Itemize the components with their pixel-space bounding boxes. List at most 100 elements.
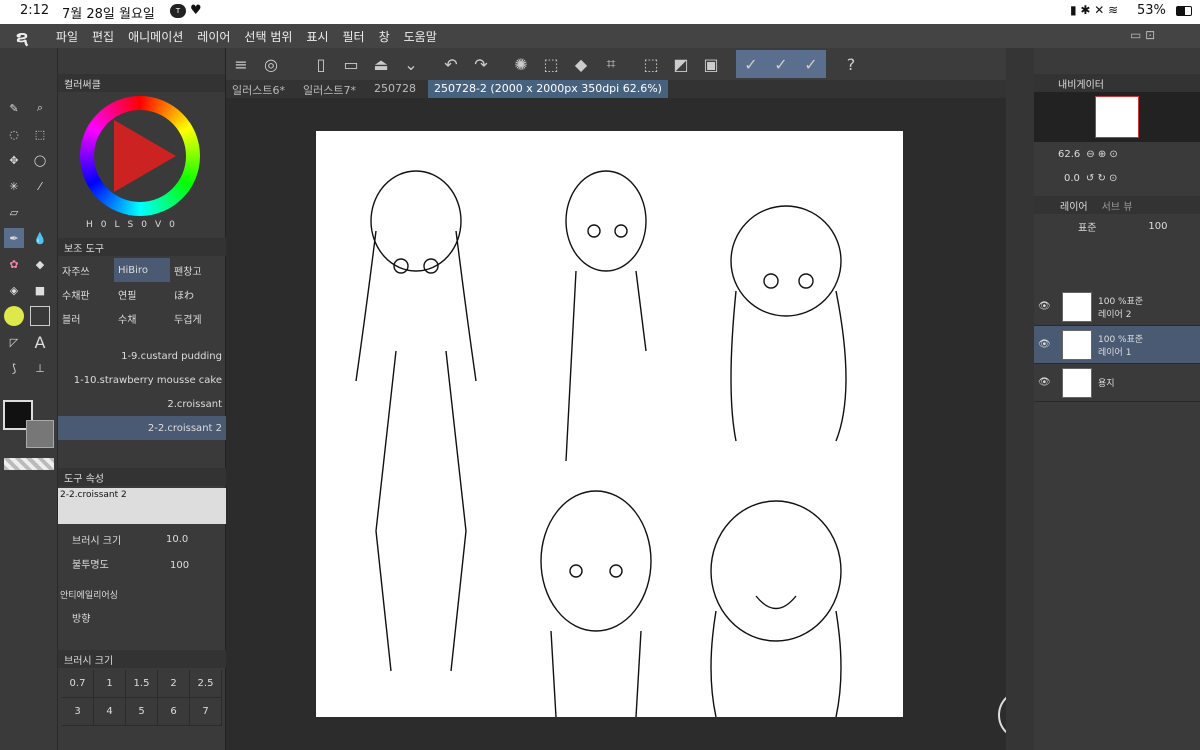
chevron-down-icon[interactable]: ⌄ xyxy=(396,50,426,78)
frame-tool-icon[interactable] xyxy=(30,306,50,326)
stabilize-a-icon[interactable]: ✓ xyxy=(736,50,766,78)
layer-row-selected[interactable]: 👁 100 %표준 레이어 1 xyxy=(1034,326,1200,364)
navigator-preview[interactable] xyxy=(1034,92,1200,142)
invert-icon[interactable]: ◩ xyxy=(666,50,696,78)
stabilize-c-icon[interactable]: ✓ xyxy=(796,50,826,78)
eye-icon[interactable]: 👁 xyxy=(1038,339,1056,350)
subtool-item[interactable]: ほわ xyxy=(170,282,226,306)
save-icon[interactable]: ⏏ xyxy=(366,50,396,78)
zoom-controls-icon[interactable]: ⊖ ⊕ ⊙ xyxy=(1086,149,1118,160)
eyedropper-icon[interactable]: ⁄ xyxy=(30,176,50,196)
size-cell[interactable]: 2 xyxy=(158,670,190,698)
blend-mode-select[interactable]: 표준 xyxy=(1078,219,1096,234)
redo-icon[interactable]: ↷ xyxy=(466,50,496,78)
brush-item[interactable]: 1-9.custard pudding xyxy=(58,344,226,368)
new-file-icon[interactable]: ▯ xyxy=(306,50,336,78)
subtool-item[interactable]: 블러 xyxy=(58,306,114,330)
blend-tool-icon[interactable]: 💧 xyxy=(30,228,50,248)
tab-doc[interactable]: 250728 xyxy=(368,80,422,98)
tab-doc-active[interactable]: 250728-2 (2000 x 2000px 350dpi 62.6%) xyxy=(427,80,668,98)
menu-help[interactable]: 도움말 xyxy=(404,28,437,45)
menu-selection[interactable]: 선택 범위 xyxy=(244,28,292,45)
brush-item[interactable]: 1-10.strawberry mousse cake xyxy=(58,368,226,392)
deselect-icon[interactable]: ⬚ xyxy=(636,50,666,78)
crop-icon[interactable]: ⌗ xyxy=(596,50,626,78)
menu-filter[interactable]: 필터 xyxy=(343,28,365,45)
subview-tab[interactable]: 서브 뷰 xyxy=(1102,198,1133,213)
subtool-item[interactable]: 수채 xyxy=(114,306,170,330)
size-cell[interactable]: 0.7 xyxy=(62,670,94,698)
loading-icon[interactable]: ✺ xyxy=(506,50,536,78)
layer-row[interactable]: 👁 100 %표준 레이어 2 xyxy=(1034,288,1200,326)
gradient-tool-icon[interactable]: ■ xyxy=(30,280,50,300)
stabilize-b-icon[interactable]: ✓ xyxy=(766,50,796,78)
subtool-item[interactable]: 자주쓰 xyxy=(58,258,114,282)
lasso-tool-icon[interactable]: ◯ xyxy=(30,150,50,170)
subtool-item[interactable]: HiBiro xyxy=(114,258,170,282)
size-cell[interactable]: 1 xyxy=(94,670,126,698)
correct-line-icon[interactable]: ⊥ xyxy=(30,358,50,378)
size-cell[interactable]: 6 xyxy=(158,698,190,726)
menu-icon[interactable]: ≡ xyxy=(226,50,256,78)
size-cell[interactable]: 1.5 xyxy=(126,670,158,698)
open-file-icon[interactable]: ▭ xyxy=(336,50,366,78)
sub-color-swatch[interactable] xyxy=(26,420,54,448)
eraser-tool-icon[interactable]: ▱ xyxy=(4,202,24,222)
saturation-triangle[interactable] xyxy=(114,120,176,192)
ruler-tool-icon[interactable]: ◸ xyxy=(4,332,24,352)
figure-tool-icon[interactable] xyxy=(4,306,24,326)
opacity-value[interactable]: 100 xyxy=(170,560,189,571)
size-cell[interactable]: 3 xyxy=(62,698,94,726)
pen-tool-icon[interactable]: ✎ xyxy=(4,98,24,118)
subtool-item[interactable]: 펜창고 xyxy=(170,258,226,282)
menu-animation[interactable]: 애니메이션 xyxy=(128,28,183,45)
layer-opacity-value[interactable]: 100 xyxy=(1148,221,1167,232)
brush-tool-icon[interactable]: ✒ xyxy=(4,228,24,248)
transparent-swatch[interactable] xyxy=(4,458,54,470)
decoration-tool-icon[interactable]: ✿ xyxy=(4,254,24,274)
zoom-tool-icon[interactable]: ⌕ xyxy=(30,98,50,118)
fill-tool-icon[interactable]: ◈ xyxy=(4,280,24,300)
menu-file[interactable]: 파일 xyxy=(56,28,78,45)
subtool-item[interactable]: 연필 xyxy=(114,282,170,306)
erase-tool-icon[interactable]: ◆ xyxy=(30,254,50,274)
subtool-item[interactable]: 두겹게 xyxy=(170,306,226,330)
subtool-item[interactable]: 수채판 xyxy=(58,282,114,306)
menu-window[interactable]: 창 xyxy=(379,28,390,45)
layer-row-paper[interactable]: 👁 용지 xyxy=(1034,364,1200,402)
grid-icon[interactable]: ▣ xyxy=(696,50,726,78)
size-cell[interactable]: 2.5 xyxy=(190,670,222,698)
brush-item-selected[interactable]: 2-2.croissant 2 xyxy=(58,416,226,440)
size-cell[interactable]: 7 xyxy=(190,698,222,726)
help-icon[interactable]: ? xyxy=(836,50,866,78)
eye-icon[interactable]: 👁 xyxy=(1038,301,1056,312)
app-logo-icon[interactable]: ຊ xyxy=(16,27,28,46)
layer-tab[interactable]: 레이어 xyxy=(1060,198,1088,213)
brush-item[interactable]: 2.croissant xyxy=(58,392,226,416)
brush-size-value[interactable]: 10.0 xyxy=(166,534,188,545)
wand-tool-icon[interactable]: ✳ xyxy=(4,176,24,196)
menu-layer[interactable]: 레이어 xyxy=(197,28,230,45)
tab-doc[interactable]: 일러스트6* xyxy=(226,80,291,98)
select-tool-icon[interactable]: ◌ xyxy=(4,124,24,144)
transform-icon[interactable]: ⬚ xyxy=(536,50,566,78)
size-cell[interactable]: 5 xyxy=(126,698,158,726)
angle-value[interactable]: 0.0 xyxy=(1064,173,1080,184)
move-tool-icon[interactable]: ✥ xyxy=(4,150,24,170)
rotate-controls-icon[interactable]: ↺ ↻ ⊙ xyxy=(1086,173,1118,184)
object-tool-icon[interactable]: ⬚ xyxy=(30,124,50,144)
undo-icon[interactable]: ↶ xyxy=(436,50,466,78)
text-tool-icon[interactable]: A xyxy=(30,332,50,352)
drawing-canvas[interactable] xyxy=(316,131,903,717)
menu-view[interactable]: 표시 xyxy=(306,28,328,45)
zoom-value[interactable]: 62.6 xyxy=(1058,149,1080,160)
size-cell[interactable]: 4 xyxy=(94,698,126,726)
hue-ring[interactable] xyxy=(80,96,200,216)
fill-icon[interactable]: ◆ xyxy=(566,50,596,78)
balloon-tool-icon[interactable]: ⟆ xyxy=(4,358,24,378)
menu-edit[interactable]: 편집 xyxy=(92,28,114,45)
eye-icon[interactable]: 👁 xyxy=(1038,377,1056,388)
window-controls-icon[interactable]: ▭ ⊡ xyxy=(1130,28,1155,42)
tab-doc[interactable]: 일러스트7* xyxy=(297,80,362,98)
clip-studio-icon[interactable]: ◎ xyxy=(256,50,286,78)
